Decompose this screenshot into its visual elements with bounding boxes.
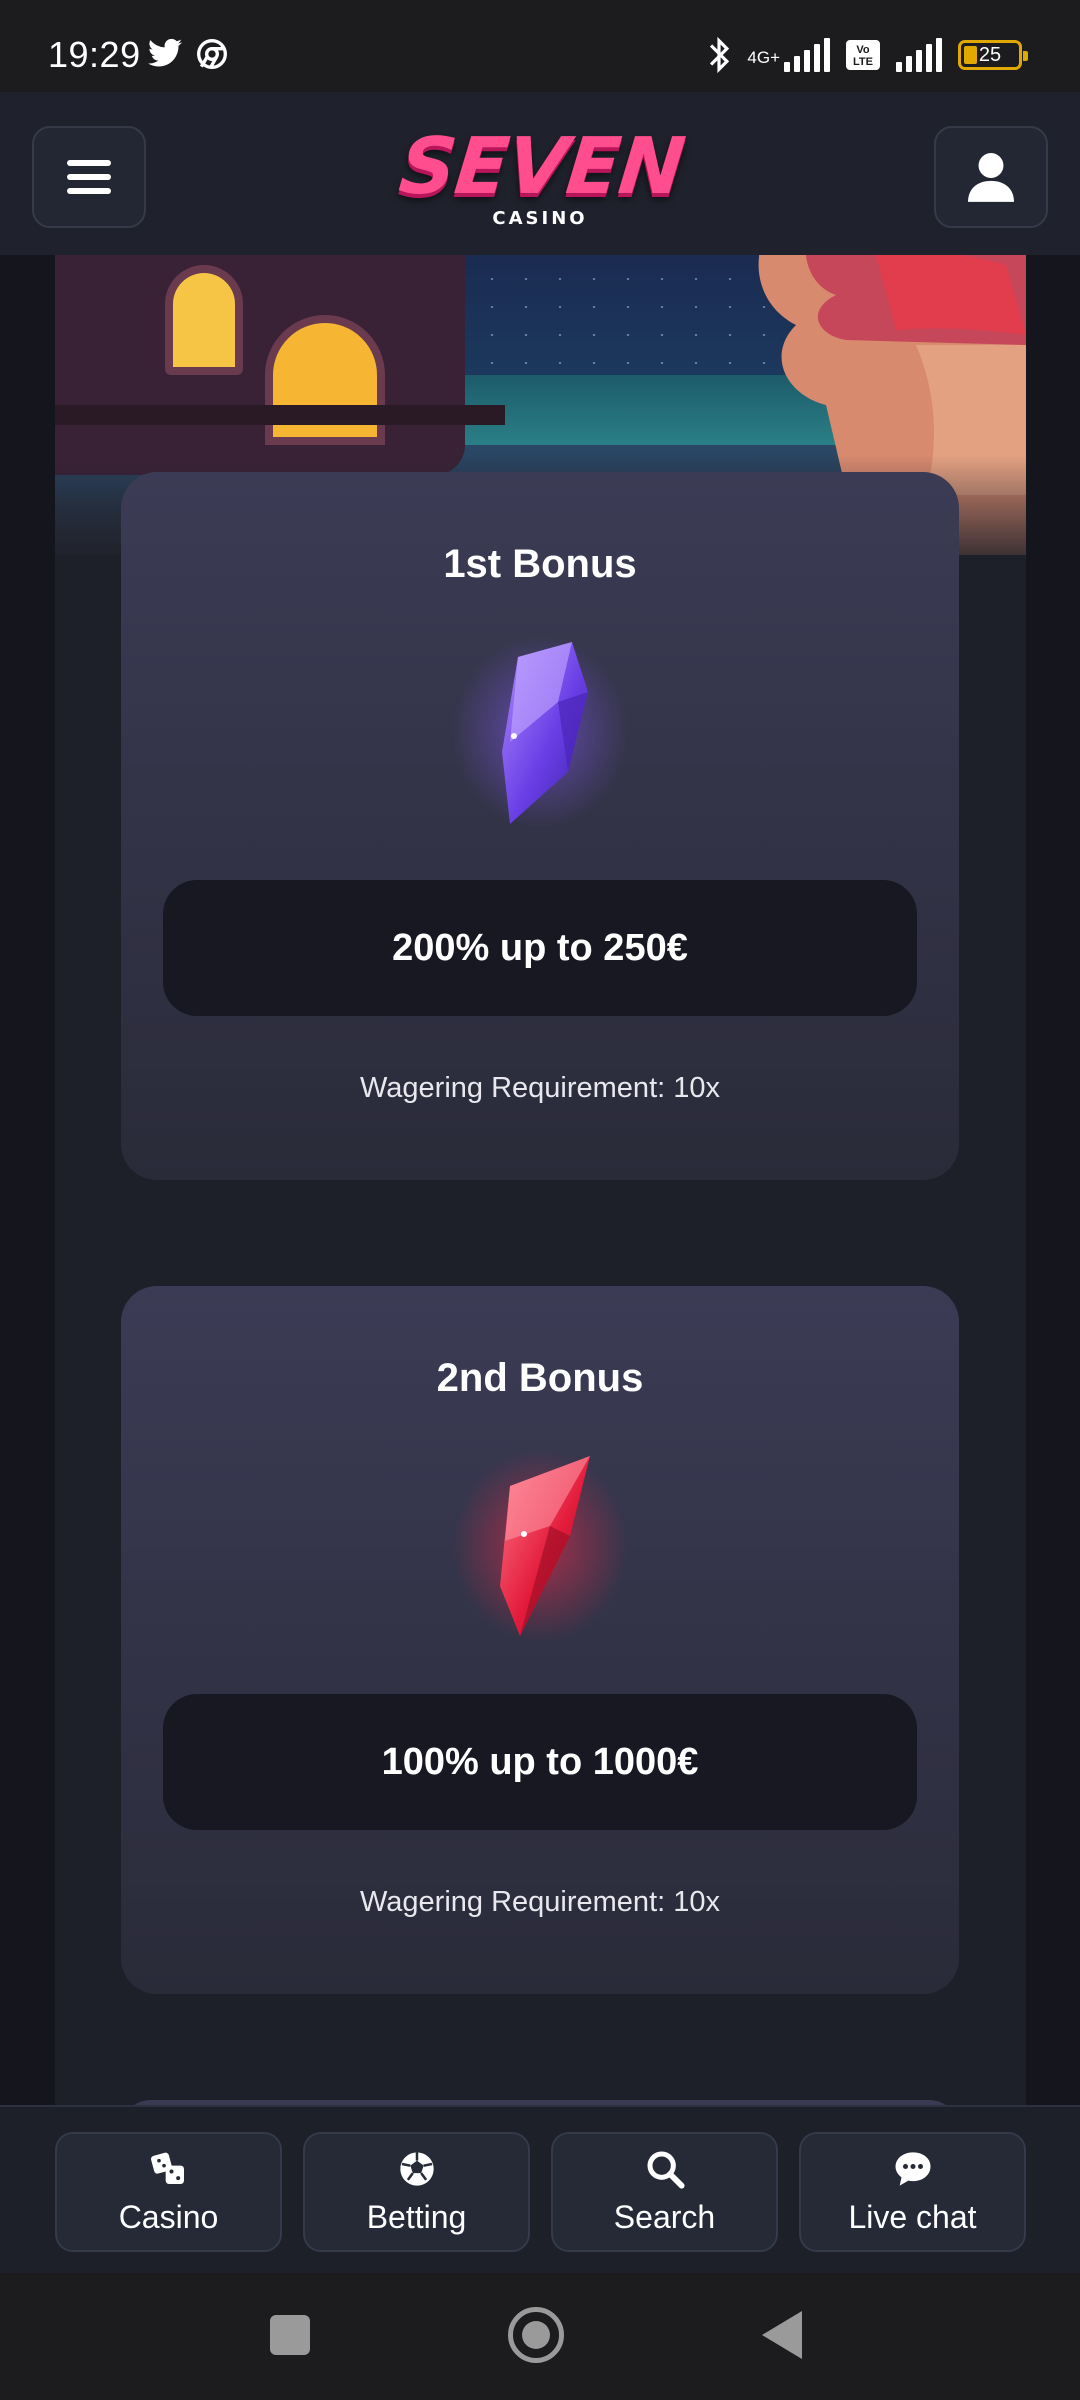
- user-icon: [968, 153, 1014, 202]
- nav-casino-button[interactable]: Casino: [55, 2132, 282, 2252]
- nav-betting-label: Betting: [366, 2198, 467, 2235]
- page-gutter-left: [0, 255, 55, 2105]
- menu-button[interactable]: [32, 126, 146, 228]
- chrome-icon: [197, 39, 227, 69]
- search-icon: [647, 2151, 685, 2189]
- nav-live-chat-button[interactable]: Live chat: [799, 2132, 1026, 2252]
- wagering-requirement: Wagering Requirement: 10x: [360, 1886, 720, 1918]
- recent-apps-icon[interactable]: [270, 2315, 310, 2355]
- home-icon[interactable]: [508, 2307, 564, 2363]
- wagering-requirement: Wagering Requirement: 10x: [360, 1072, 720, 1104]
- hero-doorway: [265, 315, 385, 445]
- hero-window: [165, 265, 243, 375]
- hero-house: [55, 255, 465, 475]
- bonus-card-2: 2nd Bonus 100% up to 1000€ Wagering Requ…: [121, 1286, 959, 1994]
- volte-icon: Vo LTE: [846, 40, 880, 70]
- bonus-title: 2nd Bonus: [436, 1356, 644, 1400]
- back-icon[interactable]: [762, 2311, 802, 2359]
- bonus-card-1: 1st Bonus 200% up to 250€ Wagering Requi…: [121, 472, 959, 1180]
- android-navigation-bar: [0, 2273, 1080, 2400]
- app-header: SEVEN CASINO: [0, 92, 1080, 255]
- account-button[interactable]: [934, 126, 1048, 228]
- dice-icon: [150, 2152, 184, 2184]
- battery-cap: [1023, 51, 1028, 61]
- status-time: 19:29: [48, 34, 141, 75]
- status-bar: 19:29 4G+ Vo LTE 25: [0, 0, 1080, 92]
- bottom-navigation: Casino Betting Search Live chat: [0, 2105, 1080, 2273]
- logo-wordmark: SEVEN: [395, 122, 689, 212]
- signal-icon: [784, 38, 830, 72]
- bluetooth-icon: [710, 36, 730, 74]
- main-content[interactable]: 1st Bonus 200% up to 250€ Wagering Requi…: [55, 255, 1026, 2105]
- purple-gem-icon: [452, 636, 628, 828]
- hero-deck: [55, 405, 505, 425]
- page-gutter-right: [1026, 255, 1080, 2105]
- nav-betting-button[interactable]: Betting: [303, 2132, 530, 2252]
- bonus-offer[interactable]: 100% up to 1000€: [163, 1694, 917, 1830]
- red-gem-icon: [452, 1450, 628, 1642]
- network-type: 4G+: [747, 48, 780, 67]
- chat-bubble-icon: [895, 2151, 930, 2186]
- nav-casino-label: Casino: [118, 2198, 219, 2235]
- soccer-ball-icon: [399, 2151, 434, 2186]
- nav-search-label: Search: [613, 2198, 716, 2235]
- signal-icon-2: [896, 38, 942, 72]
- bonus-offer[interactable]: 200% up to 250€: [163, 880, 917, 1016]
- hamburger-icon: [67, 160, 111, 194]
- seven-casino-logo[interactable]: SEVEN CASINO: [395, 122, 688, 229]
- status-system-icons: 4G+ Vo LTE 25: [707, 36, 1028, 74]
- nav-live-chat-label: Live chat: [848, 2198, 977, 2235]
- nav-search-button[interactable]: Search: [551, 2132, 778, 2252]
- bonus-title: 1st Bonus: [443, 542, 637, 586]
- battery-icon: 25: [958, 40, 1028, 70]
- battery-level: 25: [978, 44, 1002, 66]
- status-notifications: [148, 38, 228, 70]
- twitter-icon: [148, 38, 182, 67]
